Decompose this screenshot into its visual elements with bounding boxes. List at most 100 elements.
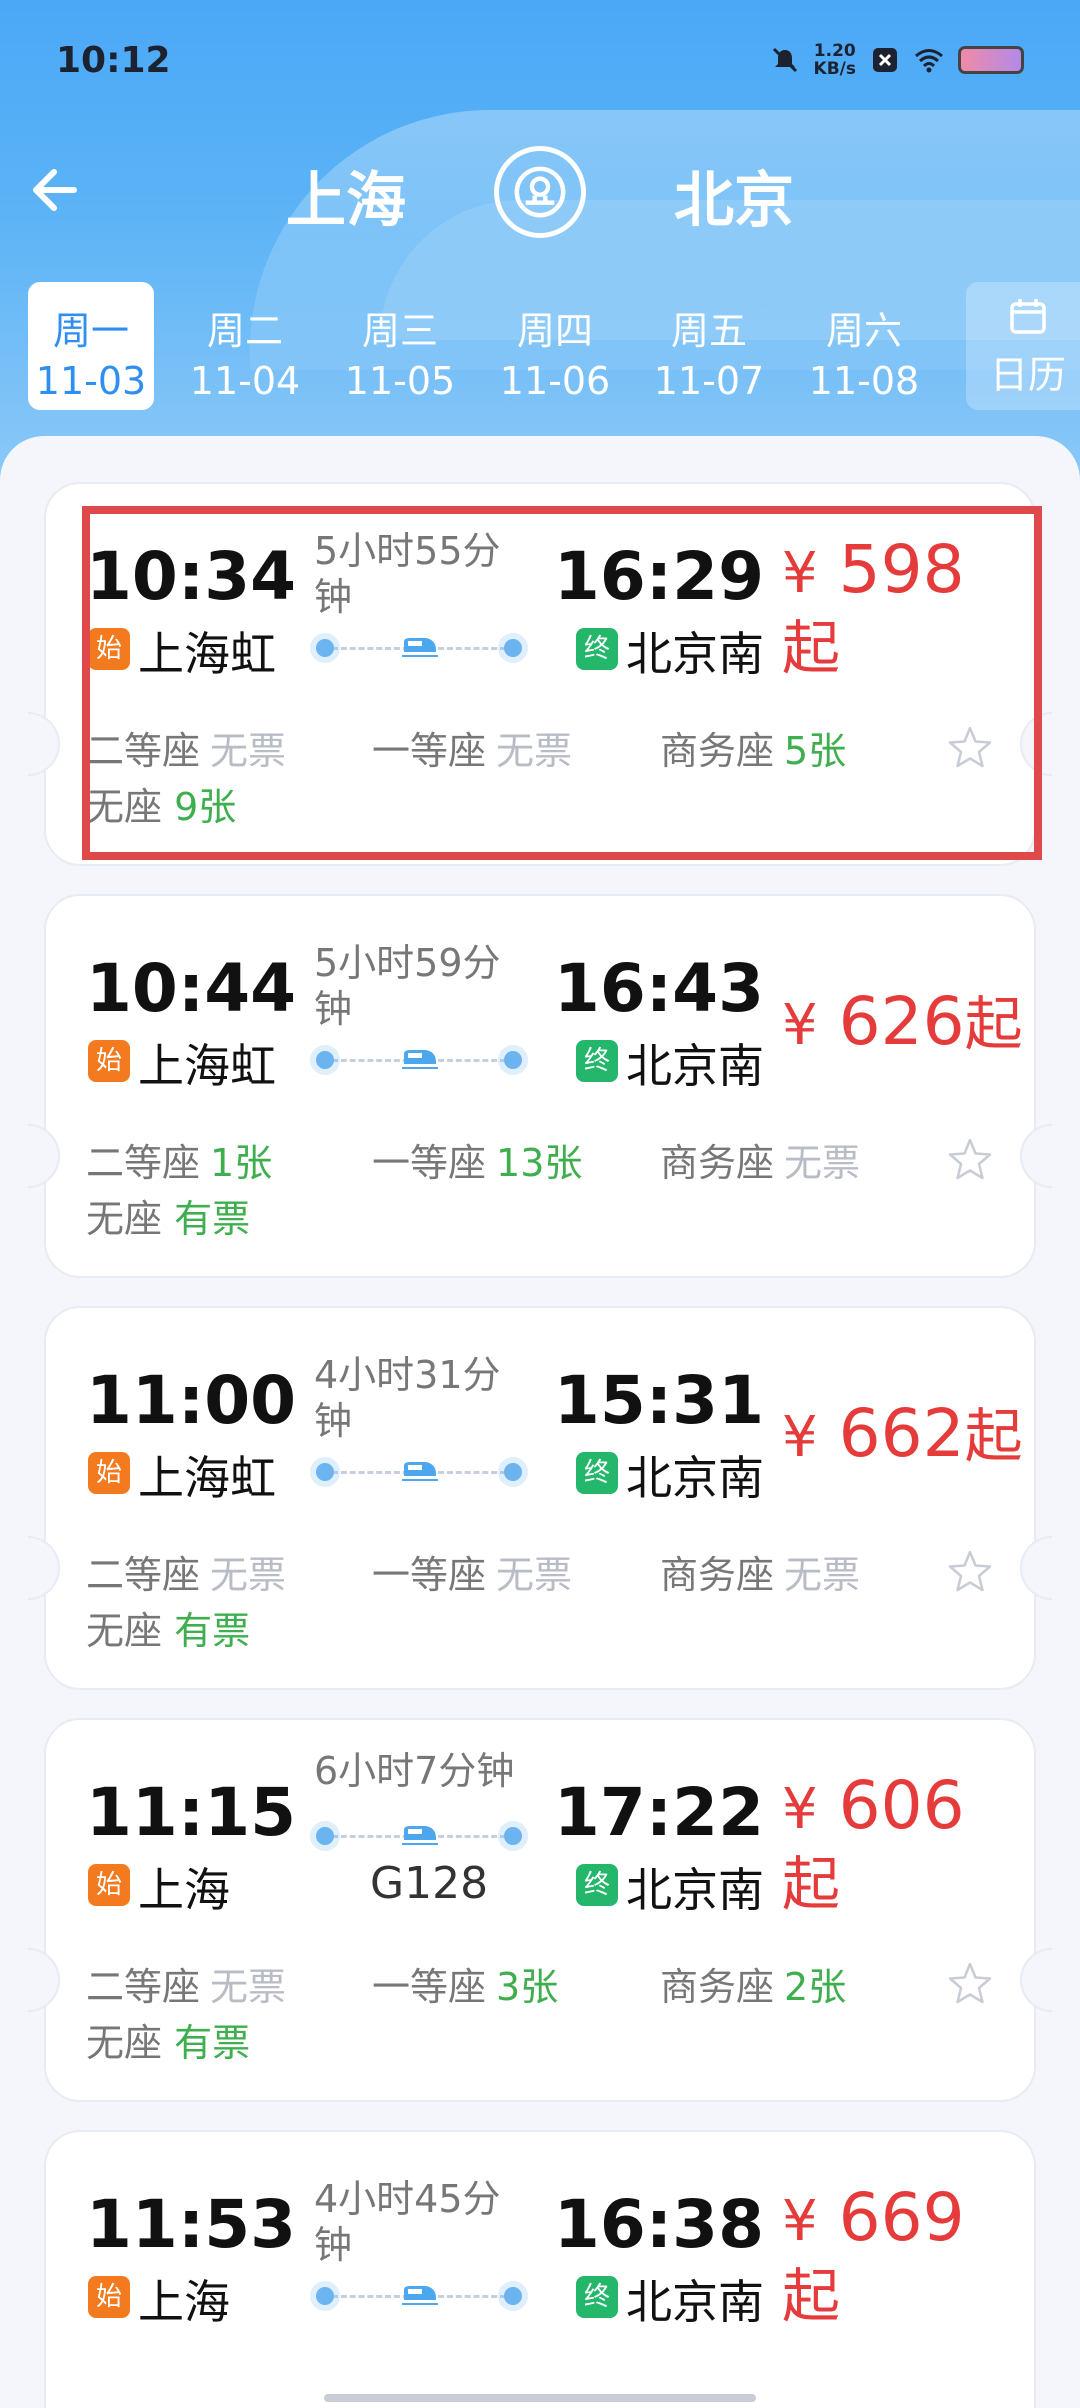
price: ¥ 606 起: [782, 1770, 1022, 1920]
train-icon: [402, 1826, 438, 1845]
tab-date: 11-08: [808, 359, 920, 403]
star-icon[interactable]: [946, 1136, 994, 1184]
star-icon[interactable]: [946, 724, 994, 772]
seat-first-class: 一等座 3张: [372, 1965, 559, 2009]
duration: 5小时55分钟: [314, 529, 501, 619]
tab-date-11-04[interactable]: 周二 11-04: [182, 282, 308, 410]
departure-time: 10:34: [86, 538, 297, 615]
start-badge: 始: [88, 2276, 130, 2318]
status-bar: 10:12 1.20 KB/s: [0, 0, 1080, 120]
tab-date-11-06[interactable]: 周四 11-06: [492, 282, 618, 410]
arrival-station: 北京南: [626, 627, 764, 681]
duration: 4小时31分钟: [314, 1353, 501, 1443]
train-card[interactable]: 10:44 5小时59分钟 16:43 始 上海虹 终 北京南 ¥ 626起 二…: [28, 894, 1052, 1278]
price-suffix: 起: [964, 990, 1023, 1058]
seat-standing: 无座 有票: [86, 1609, 251, 1653]
departure-station: 上海虹: [138, 1039, 276, 1093]
price-value: 606: [838, 1767, 965, 1844]
back-arrow-icon[interactable]: [26, 160, 86, 220]
end-badge: 终: [576, 1864, 618, 1906]
tab-weekday: 周五: [670, 309, 747, 353]
arrival-time: 16:38: [553, 2186, 764, 2263]
train-card[interactable]: 11:53 4小时45分钟 16:38 始 上海 终 北京南 ¥ 669 起: [44, 2130, 1036, 2408]
train-card[interactable]: 11:00 4小时31分钟 15:31 始 上海虹 终 北京南 ¥ 662起 二…: [28, 1306, 1052, 1690]
departure-time: 10:44: [86, 950, 297, 1027]
train-icon: [402, 638, 438, 657]
price: ¥ 598 起: [782, 534, 1022, 684]
train-icon: [402, 2286, 438, 2305]
arrival-station: 北京南: [626, 1863, 764, 1917]
price-suffix: 起: [964, 1402, 1023, 1470]
route-header: 上海 北京: [0, 140, 1080, 250]
wifi-icon: [915, 49, 943, 73]
seat-second-class: 二等座 无票: [86, 729, 287, 773]
price: ¥ 662起: [782, 1398, 1042, 1474]
seat-first-class: 一等座 无票: [372, 1553, 573, 1597]
status-icons: 1.20 KB/s: [770, 42, 1024, 78]
seat-business-class: 商务座 2张: [660, 1965, 847, 2009]
price: ¥ 669 起: [782, 2182, 1022, 2332]
currency-symbol: ¥: [782, 993, 818, 1058]
departure-station: 上海: [138, 2275, 230, 2329]
tab-date-11-07[interactable]: 周五 11-07: [646, 282, 772, 410]
currency-symbol: ¥: [782, 2189, 818, 2254]
star-icon[interactable]: [946, 1548, 994, 1596]
price-suffix: 起: [782, 1850, 841, 1918]
calendar-button[interactable]: 日历: [966, 282, 1080, 410]
start-badge: 始: [88, 1864, 130, 1906]
route-line: [316, 1460, 522, 1484]
arrival-time: 17:22: [553, 1774, 764, 1851]
train-number: G128: [370, 1858, 489, 1909]
train-icon: [402, 1462, 438, 1481]
seat-business-class: 商务座 5张: [660, 729, 847, 773]
network-speed: 1.20 KB/s: [814, 42, 856, 78]
duration: 5小时59分钟: [314, 941, 501, 1031]
end-badge: 终: [576, 1040, 618, 1082]
tab-weekday: 周六: [825, 309, 902, 353]
seat-business-class: 商务座 无票: [660, 1141, 861, 1185]
tab-date: 11-07: [653, 359, 765, 403]
network-speed-value: 1.20: [813, 41, 856, 61]
train-card[interactable]: 10:34 5小时55分钟 16:29 始 上海虹 终 北京南 ¥ 598 起 二…: [28, 482, 1052, 866]
tab-date-11-05[interactable]: 周三 11-05: [337, 282, 463, 410]
tab-date-11-03[interactable]: 周一 11-03: [28, 282, 154, 410]
departure-station: 上海虹: [138, 1451, 276, 1505]
date-tab-bar: 周一 11-03 周二 11-04 周三 11-05 周四 11-06 周五 1…: [28, 282, 1080, 410]
seat-standing: 无座 有票: [86, 1197, 251, 1241]
status-time: 10:12: [56, 40, 171, 81]
start-badge: 始: [88, 628, 130, 670]
price-value: 662: [838, 1395, 965, 1472]
seat-first-class: 一等座 无票: [372, 729, 573, 773]
start-badge: 始: [88, 1040, 130, 1082]
battery-icon: [958, 46, 1024, 74]
route-line: [316, 2284, 522, 2308]
seat-first-class: 一等座 13张: [372, 1141, 583, 1185]
to-city[interactable]: 北京: [674, 152, 794, 239]
price-value: 626: [838, 983, 965, 1060]
seat-second-class: 二等座 1张: [86, 1141, 273, 1185]
route-line: [316, 1048, 522, 1072]
seat-second-class: 二等座 无票: [86, 1553, 287, 1597]
swap-station-icon[interactable]: [494, 146, 586, 238]
end-badge: 终: [576, 1452, 618, 1494]
departure-time: 11:00: [86, 1362, 297, 1439]
train-icon: [402, 1050, 438, 1069]
price-suffix: 起: [782, 614, 841, 682]
route-line: [316, 1824, 522, 1848]
departure-station: 上海: [138, 1863, 230, 1917]
tab-date: 11-04: [189, 359, 301, 403]
price-value: 669: [838, 2179, 965, 2256]
currency-symbol: ¥: [782, 541, 818, 606]
from-city[interactable]: 上海: [286, 152, 406, 239]
currency-symbol: ¥: [782, 1405, 818, 1470]
tab-date: 11-03: [35, 359, 147, 403]
star-icon[interactable]: [946, 1960, 994, 2008]
mute-icon: [772, 47, 797, 73]
notification-icon: [873, 48, 897, 72]
price-value: 598: [838, 531, 965, 608]
calendar-icon: [1010, 299, 1046, 334]
arrival-station: 北京南: [626, 1039, 764, 1093]
currency-symbol: ¥: [782, 1777, 818, 1842]
train-card[interactable]: 11:15 6小时7分钟 G128 17:22 始 上海 终 北京南 ¥ 606…: [28, 1718, 1052, 2102]
tab-date-11-08[interactable]: 周六 11-08: [801, 282, 927, 410]
